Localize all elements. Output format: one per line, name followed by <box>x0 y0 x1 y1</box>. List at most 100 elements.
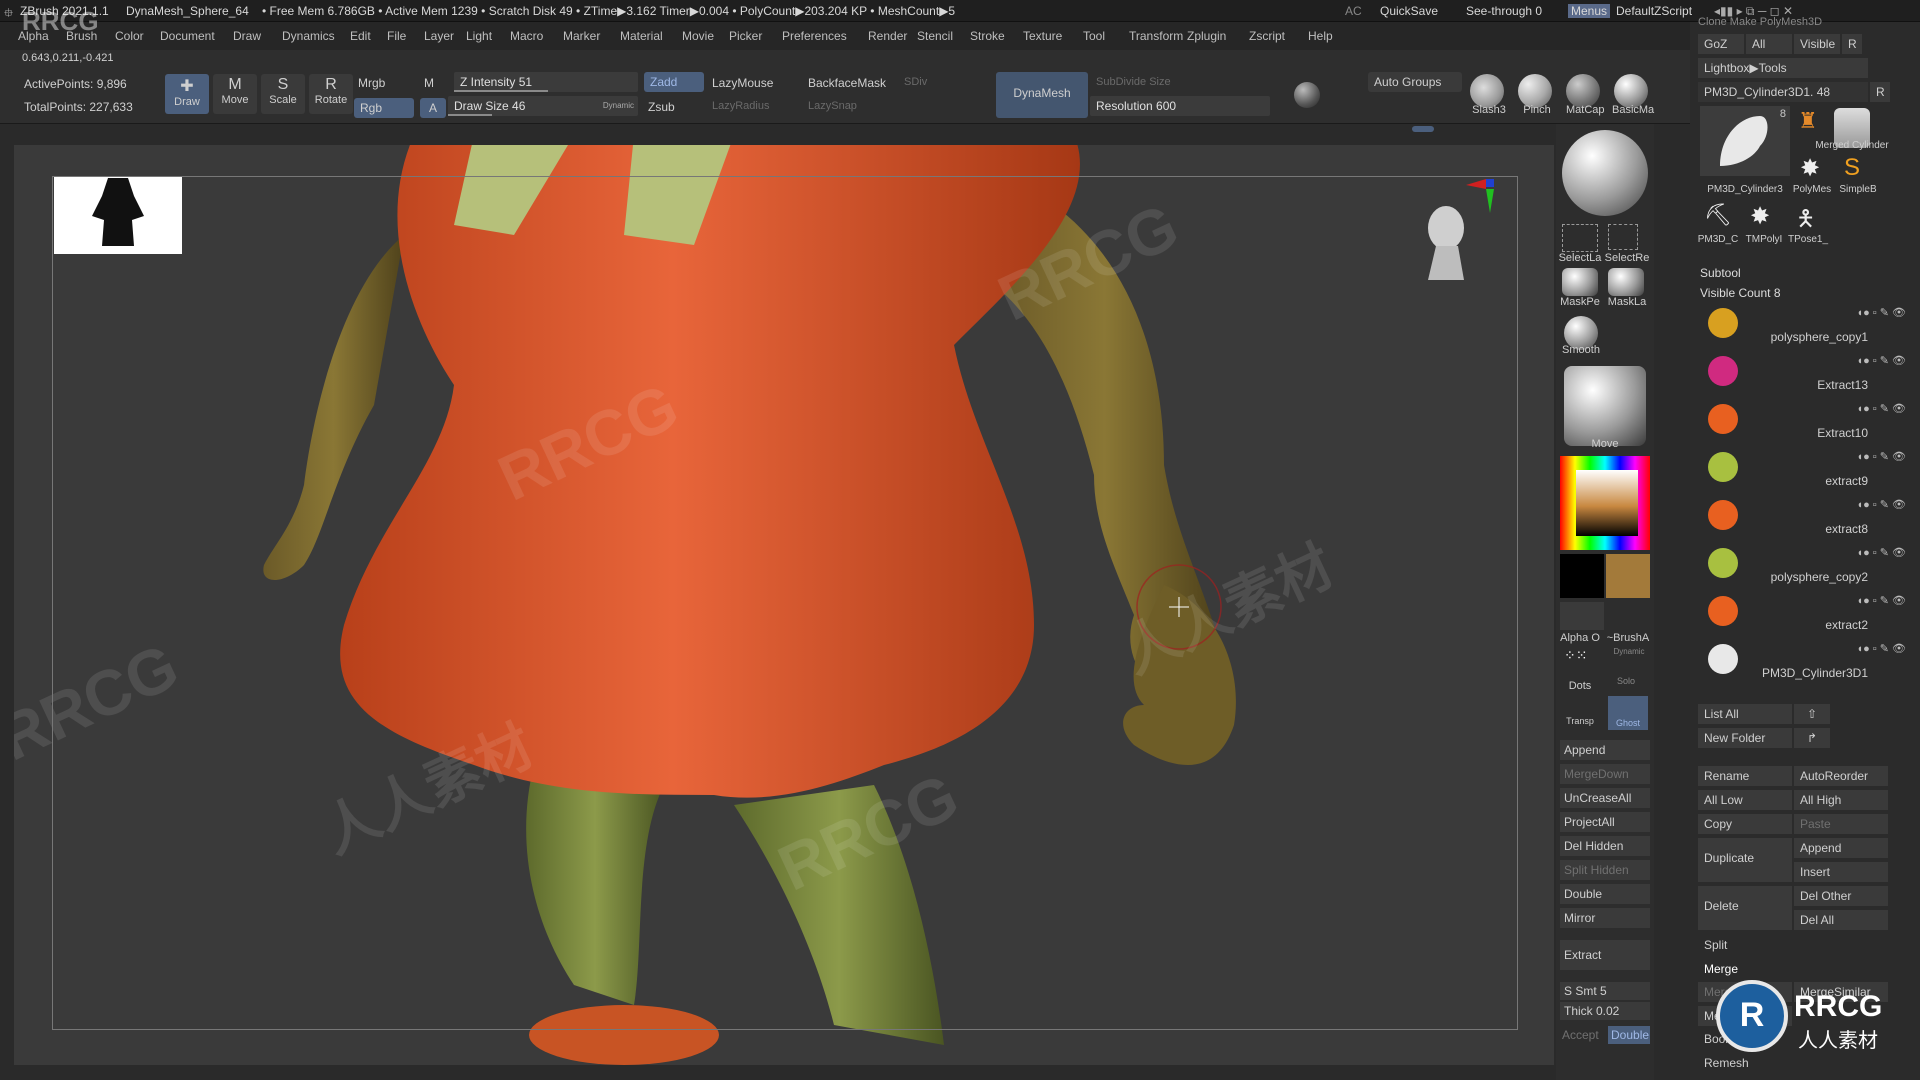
extract-double-button[interactable]: Double <box>1608 1026 1650 1044</box>
subtool-visibility-icon[interactable]: ◖● ▫ ✎ 👁 <box>1856 354 1906 367</box>
del-hidden-button[interactable]: Del Hidden <box>1560 836 1650 856</box>
menu-layer[interactable]: Layer <box>424 29 454 43</box>
menu-zplugin[interactable]: Zplugin <box>1187 29 1226 43</box>
resolution-slider[interactable]: Resolution 600 <box>1090 96 1270 116</box>
subtool-visibility-icon[interactable]: ◖● ▫ ✎ 👁 <box>1856 498 1906 511</box>
menu-document[interactable]: Document <box>160 29 215 43</box>
subtool-row[interactable]: ◖● ▫ ✎ 👁 Extract10 <box>1698 402 1912 442</box>
menu-texture[interactable]: Texture <box>1023 29 1062 43</box>
subtool-row[interactable]: ◖● ▫ ✎ 👁 extract9 <box>1698 450 1912 490</box>
goz-visible-button[interactable]: Visible <box>1794 34 1840 54</box>
extract-button[interactable]: Extract <box>1560 940 1650 970</box>
color-picker-square[interactable] <box>1576 470 1638 536</box>
subtool-row[interactable]: ◖● ▫ ✎ 👁 PM3D_Cylinder3D1 <box>1698 642 1912 682</box>
subtool-visibility-icon[interactable]: ◖● ▫ ✎ 👁 <box>1856 450 1906 463</box>
insert-button[interactable]: Insert <box>1794 862 1888 882</box>
basic-material-icon[interactable] <box>1614 74 1648 108</box>
subtool-visibility-icon[interactable]: ◖● ▫ ✎ 👁 <box>1856 594 1906 607</box>
goz-all-button[interactable]: All <box>1746 34 1792 54</box>
all-low-button[interactable]: All Low <box>1698 790 1792 810</box>
zsub-button[interactable]: Zsub <box>648 100 675 114</box>
ghost-button[interactable]: Ghost <box>1608 696 1648 730</box>
subtool-row[interactable]: ◖● ▫ ✎ 👁 polysphere_copy2 <box>1698 546 1912 586</box>
autoreorder-button[interactable]: AutoReorder <box>1794 766 1888 786</box>
alpha-off-icon[interactable] <box>1560 602 1604 630</box>
subtool-visibility-icon[interactable]: ◖● ▫ ✎ 👁 <box>1856 642 1906 655</box>
menu-macro[interactable]: Macro <box>510 29 543 43</box>
goz-button[interactable]: GoZ <box>1698 34 1744 54</box>
subtool-visibility-icon[interactable]: ◖● ▫ ✎ 👁 <box>1856 546 1906 559</box>
move-mode-button[interactable]: M Move <box>213 74 257 114</box>
split-section[interactable]: Split <box>1704 938 1727 952</box>
menu-stencil[interactable]: Stencil <box>917 29 953 43</box>
default-zscript-button[interactable]: DefaultZScript <box>1616 4 1692 18</box>
menu-render[interactable]: Render <box>868 29 907 43</box>
rename-button[interactable]: Rename <box>1698 766 1792 786</box>
viewport-canvas[interactable]: RRCG RRCG RRCG RRCG 人人素材 人人素材 <box>14 145 1554 1065</box>
arrow-right-icon[interactable]: ↱ <box>1794 728 1830 748</box>
mrgb-button[interactable]: Mrgb <box>358 76 385 90</box>
uncreaseall-button[interactable]: UnCreaseAll <box>1560 788 1650 808</box>
axis-gizmo-icon[interactable] <box>1466 177 1498 217</box>
solo-button[interactable]: Solo <box>1606 676 1646 686</box>
subtool-row[interactable]: ◖● ▫ ✎ 👁 Extract13 <box>1698 354 1912 394</box>
dynamesh-button[interactable]: DynaMesh <box>996 72 1088 118</box>
scale-mode-button[interactable]: S Scale <box>261 74 305 114</box>
lazysnap-slider[interactable]: LazySnap <box>808 100 857 112</box>
menu-color[interactable]: Color <box>115 29 144 43</box>
projectall-button[interactable]: ProjectAll <box>1560 812 1650 832</box>
z-intensity-slider[interactable]: Z Intensity 51 <box>454 72 638 92</box>
mask-lasso-icon[interactable] <box>1608 268 1644 296</box>
zadd-button[interactable]: Zadd <box>644 72 704 92</box>
dynamic-label[interactable]: Dynamic <box>1612 647 1646 656</box>
pinch-brush-icon[interactable] <box>1518 74 1552 108</box>
current-tool-slider[interactable]: PM3D_Cylinder3D1. 48 <box>1698 82 1868 102</box>
menu-preferences[interactable]: Preferences <box>782 29 847 43</box>
menu-edit[interactable]: Edit <box>350 29 371 43</box>
see-through-slider[interactable]: See-through 0 <box>1466 4 1542 18</box>
a-button[interactable]: A <box>420 98 446 118</box>
select-rect-icon[interactable] <box>1608 224 1638 250</box>
append-button[interactable]: Append <box>1560 740 1650 760</box>
main-color-swatch[interactable] <box>1606 554 1650 598</box>
new-folder-button[interactable]: New Folder <box>1698 728 1792 748</box>
clone-make-polymesh-row[interactable]: Clone Make PolyMesh3D <box>1698 16 1822 28</box>
double-button[interactable]: Double <box>1560 884 1650 904</box>
menus-button[interactable]: Menus <box>1568 4 1611 18</box>
menu-dynamics[interactable]: Dynamics <box>282 29 335 43</box>
subdivide-size-slider[interactable]: SubDivide Size <box>1096 76 1171 88</box>
slash3-brush-icon[interactable] <box>1470 74 1504 108</box>
backfacemask-button[interactable]: BackfaceMask <box>808 76 886 90</box>
del-other-button[interactable]: Del Other <box>1794 886 1888 906</box>
secondary-color-swatch[interactable] <box>1560 554 1604 598</box>
polymesh-star-icon[interactable]: ✸ <box>1800 154 1820 183</box>
quicksave-button[interactable]: QuickSave <box>1380 4 1438 18</box>
sdiv-slider[interactable]: SDiv <box>904 76 927 88</box>
menu-light[interactable]: Light <box>466 29 492 43</box>
m-button[interactable]: M <box>424 76 434 90</box>
menu-zscript[interactable]: Zscript <box>1249 29 1285 43</box>
menu-transform[interactable]: Transform <box>1129 29 1183 43</box>
goz-r-button[interactable]: R <box>1842 34 1862 54</box>
subtool-append-button[interactable]: Append <box>1794 838 1888 858</box>
split-hidden-button[interactable]: Split Hidden <box>1560 860 1650 880</box>
dots-stroke-icon[interactable]: ⁘⁙ <box>1564 648 1598 672</box>
duplicate-button[interactable]: Duplicate <box>1698 838 1792 882</box>
accept-button[interactable]: Accept <box>1562 1028 1599 1042</box>
draw-size-slider[interactable]: Draw Size 46 Dynamic <box>448 96 638 116</box>
menu-file[interactable]: File <box>387 29 406 43</box>
lazymouse-button[interactable]: LazyMouse <box>712 76 773 90</box>
subtool-header[interactable]: Subtool <box>1700 266 1741 280</box>
polish-icon[interactable] <box>1294 82 1320 108</box>
subtool-row[interactable]: ◖● ▫ ✎ 👁 extract2 <box>1698 594 1912 634</box>
menu-draw[interactable]: Draw <box>233 29 261 43</box>
visible-count-slider[interactable]: Visible Count 8 <box>1700 286 1781 300</box>
rotate-mode-button[interactable]: R Rotate <box>309 74 353 114</box>
auto-groups-button[interactable]: Auto Groups <box>1368 72 1462 92</box>
copy-button[interactable]: Copy <box>1698 814 1792 834</box>
tool-thumb-main[interactable]: 8 <box>1700 106 1790 176</box>
lightbox-tools-button[interactable]: Lightbox▶Tools <box>1698 58 1868 78</box>
color-picker[interactable] <box>1560 456 1650 550</box>
all-high-button[interactable]: All High <box>1794 790 1888 810</box>
mirror-button[interactable]: Mirror <box>1560 908 1650 928</box>
